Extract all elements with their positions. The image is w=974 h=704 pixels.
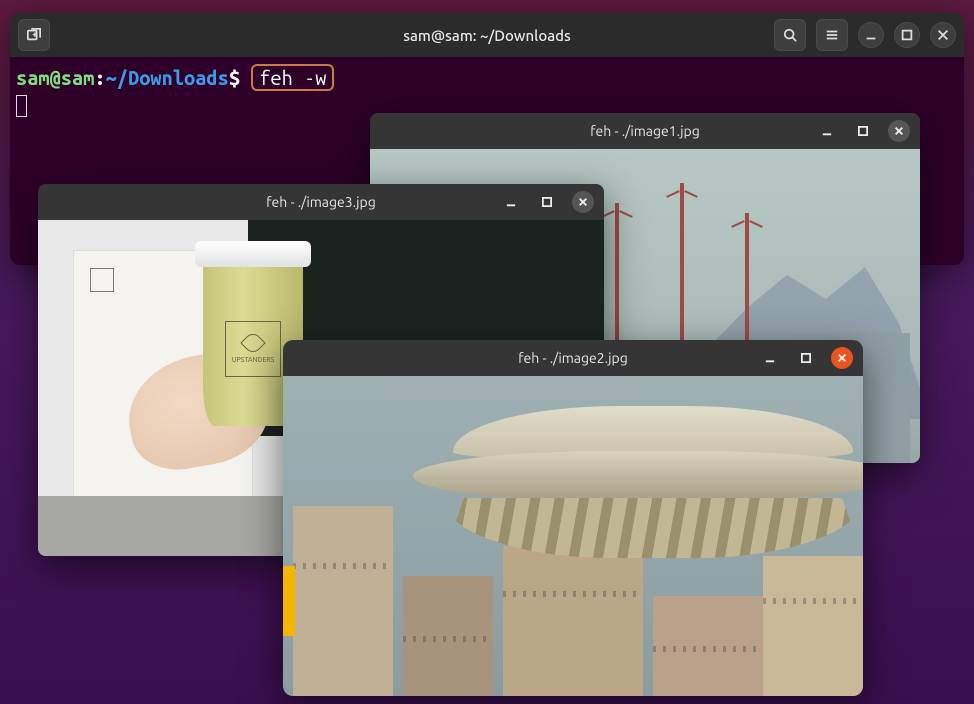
search-button[interactable] bbox=[774, 19, 806, 51]
new-tab-button[interactable] bbox=[18, 19, 50, 51]
minimize-button[interactable] bbox=[816, 120, 838, 142]
prompt-colon: : bbox=[94, 66, 105, 89]
close-button[interactable] bbox=[572, 191, 594, 213]
leaf-icon bbox=[240, 330, 265, 355]
hamburger-menu-button[interactable] bbox=[816, 19, 848, 51]
building-shape bbox=[503, 546, 643, 696]
cursor-icon bbox=[16, 95, 27, 117]
image2-content bbox=[283, 376, 863, 696]
cup-brand-text: UPSTANDERS bbox=[232, 356, 275, 364]
corner-badge-icon bbox=[90, 268, 114, 292]
close-button[interactable] bbox=[831, 347, 853, 369]
prompt-user: sam@sam bbox=[16, 66, 94, 89]
maximize-button[interactable] bbox=[536, 191, 558, 213]
feh-titlebar-image1[interactable]: feh - ./image1.jpg bbox=[370, 113, 920, 149]
minimize-button[interactable] bbox=[759, 347, 781, 369]
yellow-sign-shape bbox=[283, 566, 295, 636]
feh-window-image2: feh - ./image2.jpg bbox=[283, 340, 863, 696]
maximize-button[interactable] bbox=[852, 120, 874, 142]
close-button[interactable] bbox=[930, 22, 956, 48]
terminal-titlebar[interactable]: sam@sam: ~/Downloads bbox=[10, 13, 964, 57]
minimize-button[interactable] bbox=[500, 191, 522, 213]
building-shape bbox=[653, 596, 763, 696]
building-shape bbox=[403, 576, 493, 696]
feh-titlebar-image3[interactable]: feh - ./image3.jpg bbox=[38, 184, 604, 220]
space-needle-saucer-shape bbox=[413, 406, 863, 566]
prompt-path: ~/Downloads bbox=[106, 66, 229, 89]
maximize-button[interactable] bbox=[795, 347, 817, 369]
feh-titlebar-image2[interactable]: feh - ./image2.jpg bbox=[283, 340, 863, 376]
minimize-button[interactable] bbox=[858, 22, 884, 48]
prompt-symbol: $ bbox=[229, 66, 240, 89]
close-button[interactable] bbox=[888, 120, 910, 142]
command-highlight: feh -w bbox=[251, 64, 334, 91]
building-shape bbox=[293, 506, 393, 696]
cup-logo: UPSTANDERS bbox=[225, 321, 281, 377]
building-shape bbox=[763, 556, 863, 696]
maximize-button[interactable] bbox=[894, 22, 920, 48]
